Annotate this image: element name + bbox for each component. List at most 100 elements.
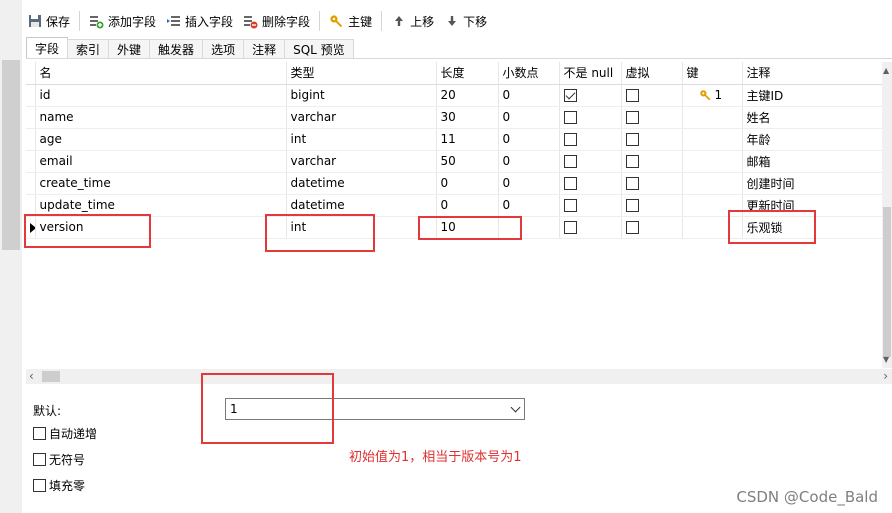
- cell-decimals[interactable]: 0: [498, 172, 560, 195]
- move-up-button[interactable]: 上移: [386, 9, 439, 33]
- tab-comment[interactable]: 注释: [243, 39, 286, 59]
- column-header-name[interactable]: 名: [35, 62, 287, 85]
- virtual-checkbox[interactable]: [625, 89, 639, 102]
- virtual-checkbox[interactable]: [625, 177, 639, 190]
- cell-name[interactable]: id: [35, 84, 287, 107]
- cell-comment[interactable]: 姓名: [742, 106, 883, 129]
- cell-length[interactable]: 50: [436, 150, 499, 173]
- horizontal-scrollbar[interactable]: ‹ ›: [26, 369, 892, 384]
- cell-name[interactable]: email: [35, 150, 287, 173]
- not-null-checkbox[interactable]: [563, 155, 577, 168]
- tab-sql-preview[interactable]: SQL 预览: [284, 39, 354, 59]
- cell-type[interactable]: int: [286, 128, 437, 151]
- not-null-checkbox[interactable]: [563, 221, 577, 234]
- cell-type[interactable]: int: [286, 216, 437, 239]
- tab-options[interactable]: 选项: [202, 39, 245, 59]
- cell-key[interactable]: [682, 172, 743, 195]
- cell-name[interactable]: age: [35, 128, 287, 151]
- default-value-select[interactable]: 1: [225, 398, 525, 420]
- not-null-checkbox[interactable]: [563, 177, 577, 190]
- table-row[interactable]: name varchar 30 0 姓名: [26, 106, 883, 129]
- cell-length[interactable]: 0: [436, 194, 499, 217]
- cell-key[interactable]: [682, 194, 743, 217]
- not-null-checkbox[interactable]: [563, 133, 577, 146]
- cell-key[interactable]: [682, 106, 743, 129]
- save-button[interactable]: 保存: [22, 9, 75, 33]
- virtual-checkbox[interactable]: [625, 199, 639, 212]
- add-field-button[interactable]: 添加字段: [84, 9, 161, 33]
- zerofill-checkbox[interactable]: [33, 479, 46, 492]
- column-header-comment[interactable]: 注释: [742, 62, 883, 85]
- virtual-checkbox[interactable]: [625, 111, 639, 124]
- scroll-thumb[interactable]: [42, 371, 60, 382]
- cell-decimals[interactable]: 0: [498, 150, 560, 173]
- cell-name[interactable]: version: [35, 216, 287, 239]
- virtual-checkbox[interactable]: [625, 155, 639, 168]
- table-row[interactable]: create_time datetime 0 0 创建时间: [26, 172, 883, 195]
- cell-name[interactable]: create_time: [35, 172, 287, 195]
- not-null-checkbox[interactable]: [563, 89, 577, 102]
- cell-key[interactable]: [682, 216, 743, 239]
- cell-decimals[interactable]: 0: [498, 194, 560, 217]
- auto-increment-option[interactable]: 自动递增: [33, 425, 97, 442]
- scroll-left-icon[interactable]: ‹: [29, 369, 34, 384]
- delete-field-button[interactable]: 删除字段: [238, 9, 315, 33]
- cell-length[interactable]: 10: [436, 216, 499, 239]
- table-row[interactable]: update_time datetime 0 0 更新时间: [26, 194, 883, 217]
- column-header-length[interactable]: 长度: [436, 62, 499, 85]
- cell-decimals[interactable]: 0: [498, 128, 560, 151]
- cell-type[interactable]: datetime: [286, 172, 437, 195]
- zerofill-option[interactable]: 填充零: [33, 477, 85, 494]
- unsigned-option[interactable]: 无符号: [33, 451, 85, 468]
- table-row[interactable]: id bigint 20 0 1 主键ID: [26, 84, 883, 107]
- tab-foreign-keys[interactable]: 外键: [108, 39, 151, 59]
- column-header-decimals[interactable]: 小数点: [498, 62, 560, 85]
- cell-length[interactable]: 20: [436, 84, 499, 107]
- tab-triggers[interactable]: 触发器: [149, 39, 204, 59]
- column-header-key[interactable]: 键: [682, 62, 743, 85]
- tab-fields[interactable]: 字段: [26, 37, 69, 59]
- table-row[interactable]: age int 11 0 年龄: [26, 128, 883, 151]
- unsigned-checkbox[interactable]: [33, 453, 46, 466]
- cell-length[interactable]: 11: [436, 128, 499, 151]
- vertical-scrollbar[interactable]: ▲ ▼: [882, 62, 892, 368]
- cell-length[interactable]: 30: [436, 106, 499, 129]
- cell-comment[interactable]: 主键ID: [742, 84, 883, 107]
- column-header-type[interactable]: 类型: [286, 62, 437, 85]
- cell-name[interactable]: update_time: [35, 194, 287, 217]
- scroll-up-icon[interactable]: ▲: [883, 66, 889, 75]
- table-row[interactable]: email varchar 50 0 邮箱: [26, 150, 883, 173]
- cell-key[interactable]: 1: [682, 84, 743, 107]
- column-header-not-null[interactable]: 不是 null: [559, 62, 622, 85]
- cell-decimals[interactable]: 0: [498, 84, 560, 107]
- cell-comment[interactable]: 年龄: [742, 128, 883, 151]
- not-null-checkbox[interactable]: [563, 111, 577, 124]
- cell-comment[interactable]: 邮箱: [742, 150, 883, 173]
- cell-type[interactable]: varchar: [286, 106, 437, 129]
- cell-type[interactable]: datetime: [286, 194, 437, 217]
- scroll-down-icon[interactable]: ▼: [883, 355, 889, 364]
- cell-decimals[interactable]: [498, 216, 560, 239]
- cell-comment[interactable]: 更新时间: [742, 194, 883, 217]
- cell-key[interactable]: [682, 128, 743, 151]
- cell-comment[interactable]: 创建时间: [742, 172, 883, 195]
- table-row-selected[interactable]: version int 10 乐观锁: [26, 216, 883, 239]
- move-down-button[interactable]: 下移: [439, 9, 492, 33]
- scroll-right-icon[interactable]: ›: [883, 369, 888, 384]
- cell-key[interactable]: [682, 150, 743, 173]
- cell-decimals[interactable]: 0: [498, 106, 560, 129]
- column-header-virtual[interactable]: 虚拟: [621, 62, 683, 85]
- scroll-thumb[interactable]: [883, 207, 891, 357]
- cell-type[interactable]: bigint: [286, 84, 437, 107]
- virtual-checkbox[interactable]: [625, 221, 639, 234]
- cell-comment[interactable]: 乐观锁: [742, 216, 883, 239]
- cell-length[interactable]: 0: [436, 172, 499, 195]
- insert-field-button[interactable]: 插入字段: [161, 9, 238, 33]
- cell-name[interactable]: name: [35, 106, 287, 129]
- auto-increment-checkbox[interactable]: [33, 427, 46, 440]
- primary-key-button[interactable]: 主键: [324, 9, 377, 33]
- cell-type[interactable]: varchar: [286, 150, 437, 173]
- tab-indexes[interactable]: 索引: [67, 39, 110, 59]
- not-null-checkbox[interactable]: [563, 199, 577, 212]
- virtual-checkbox[interactable]: [625, 133, 639, 146]
